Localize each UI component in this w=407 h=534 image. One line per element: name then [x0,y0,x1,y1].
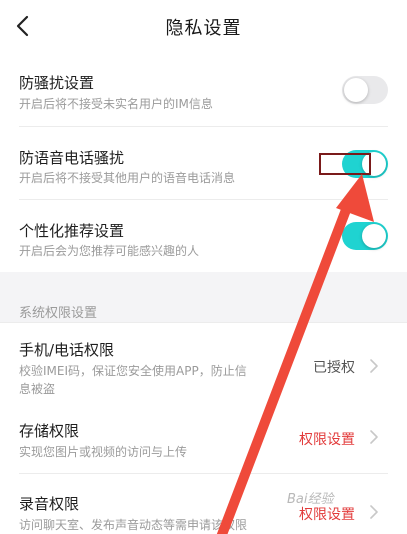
permission-row-phone[interactable]: 手机/电话权限 校验IMEI码，保证您安全使用APP，防止信 息被盗 已授权 [0,322,407,403]
anti-harassment-toggle[interactable] [342,76,388,104]
permission-desc: 访问聊天室、发布声音动态等需申请该权限 [19,518,248,532]
setting-row-anti-harassment: 防骚扰设置 开启后将不接受未实名用户的IM信息 [0,52,407,127]
permission-desc: 校验IMEI码，保证您安全使用APP，防止信 [19,364,247,378]
permission-title: 手机/电话权限 [19,341,115,359]
permission-settings-link[interactable]: 权限设置 [299,429,355,449]
permission-row-audio[interactable]: 录音权限 访问聊天室、发布声音动态等需申请该权限 权限设置 [0,474,407,534]
toggle-knob [344,78,368,102]
permission-desc-line2: 息被盗 [19,382,56,396]
permission-title: 存储权限 [19,422,80,440]
recommendation-toggle[interactable] [342,222,388,250]
watermark: Bai经验 [287,492,334,507]
permission-title: 录音权限 [19,495,80,513]
setting-desc: 开启后将不接受未实名用户的IM信息 [19,97,213,111]
permission-status: 已授权 [313,360,355,376]
permission-row-storage[interactable]: 存储权限 实现您图片或视频的访问与上传 权限设置 [0,402,407,474]
permission-desc: 实现您图片或视频的访问与上传 [19,445,188,459]
page-title: 隐私设置 [165,18,242,39]
setting-desc: 开启后将不接受其他用户的语音电话消息 [19,171,236,185]
header: 隐私设置 [0,0,407,52]
setting-title: 防语音电话骚扰 [19,149,125,167]
permission-settings-link[interactable]: 权限设置 [299,504,355,524]
chevron-right-icon [370,430,378,444]
setting-title: 防骚扰设置 [19,74,95,92]
setting-row-recommendation: 个性化推荐设置 开启后会为您推荐可能感兴趣的人 [0,200,407,272]
toggle-knob [362,224,386,248]
setting-desc: 开启后会为您推荐可能感兴趣的人 [19,244,200,258]
section-label: 系统权限设置 [19,306,98,321]
chevron-right-icon [370,359,378,373]
chevron-right-icon [370,505,378,519]
highlight-box [319,153,371,175]
setting-title: 个性化推荐设置 [19,222,125,240]
